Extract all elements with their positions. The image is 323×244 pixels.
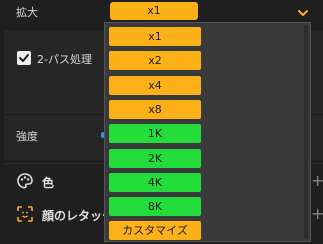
section-color-label: 色: [42, 176, 55, 190]
face-scan-icon: [16, 205, 34, 223]
dropdown-option[interactable]: カスタマイズ: [109, 221, 201, 240]
add-icon[interactable]: +: [311, 206, 323, 222]
dropdown-option[interactable]: x4: [109, 76, 201, 95]
dropdown-option[interactable]: 1K: [109, 124, 201, 143]
dropdown-scrollbar[interactable]: [304, 25, 308, 239]
two-pass-checkbox[interactable]: [17, 51, 31, 65]
add-icon[interactable]: +: [311, 173, 323, 189]
dropdown-option[interactable]: 8K: [109, 197, 201, 216]
dropdown-option[interactable]: x8: [109, 100, 201, 119]
dropdown-option[interactable]: 2K: [109, 149, 201, 168]
checkmark-icon: [19, 54, 29, 62]
scale-dropdown-menu: x1 x2 x4 x8 1K 2K 4K 8K カスタマイズ: [104, 22, 311, 242]
dropdown-option[interactable]: 4K: [109, 173, 201, 192]
two-pass-label: 2-パス処理: [37, 53, 92, 66]
scale-label: 拡大: [16, 6, 38, 19]
dropdown-option[interactable]: x1: [109, 27, 201, 46]
scale-select[interactable]: x1: [110, 2, 198, 20]
dropdown-option[interactable]: x2: [109, 51, 201, 70]
chevron-down-icon[interactable]: [297, 4, 309, 16]
enhance-settings-panel: 拡大 x1 2-パス処理 強度 色 + 顔のレタッチ + x1 x2 x4 x8…: [0, 0, 323, 244]
strength-label: 強度: [16, 130, 38, 143]
scale-row: 拡大 x1: [0, 0, 323, 24]
palette-icon: [16, 172, 34, 190]
